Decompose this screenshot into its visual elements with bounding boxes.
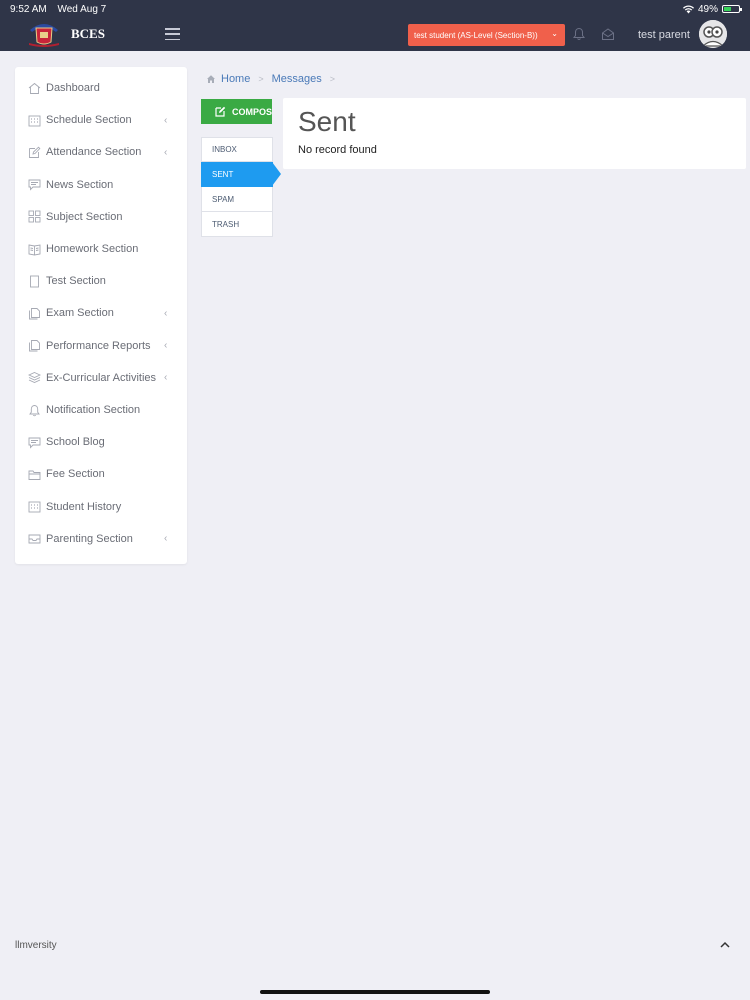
copy-icon — [29, 307, 40, 320]
sidebar-item-subject-section[interactable]: Subject Section — [15, 201, 187, 233]
status-time: 9:52 AM — [10, 3, 47, 15]
chevron-left-icon: ‹ — [164, 533, 168, 545]
chat-icon — [28, 179, 41, 191]
home-icon — [28, 82, 41, 94]
sidebar-item-attendance-section[interactable]: Attendance Section ‹ — [15, 136, 187, 168]
edit-icon — [29, 146, 41, 158]
home-icon — [207, 75, 215, 83]
sidebar-item-exam-section[interactable]: Exam Section ‹ — [15, 297, 187, 329]
sidebar-item-label: Homework Section — [46, 243, 139, 255]
sidebar-item-student-history[interactable]: Student History — [15, 491, 187, 523]
sidebar-item-label: Notification Section — [46, 404, 141, 416]
breadcrumb-messages-link[interactable]: Messages — [272, 73, 322, 85]
chevron-up-icon[interactable] — [718, 938, 732, 952]
student-selector-label: test student (AS-Level (Section-B)) — [414, 30, 538, 40]
breadcrumb-home-link[interactable]: Home — [221, 73, 250, 85]
footer-brand: llmversity — [15, 940, 57, 951]
school-logo-icon — [29, 24, 59, 47]
bell-icon[interactable] — [572, 27, 586, 41]
chevron-left-icon: ‹ — [164, 146, 168, 158]
empty-state-message: No record found — [298, 144, 377, 156]
user-name[interactable]: test parent — [638, 29, 690, 41]
folder-inbox[interactable]: INBOX — [201, 137, 273, 162]
sidebar-item-label: Schedule Section — [46, 114, 132, 127]
sidebar-item-label: Dashboard — [46, 82, 100, 94]
sidebar-item-performance-reports[interactable]: Performance Reports ‹ — [15, 330, 187, 362]
sidebar-item-label: School Blog — [46, 436, 105, 449]
battery-icon — [722, 5, 742, 13]
breadcrumb-separator: > — [329, 74, 336, 84]
top-navbar: BCES test student (AS-Level (Section-B))… — [0, 18, 750, 51]
inbox-icon — [28, 534, 41, 544]
sidebar-item-homework-section[interactable]: Homework Section — [15, 233, 187, 265]
sidebar-item-ex-curricular-activities[interactable]: Ex-Curricular Activities ‹ — [15, 362, 187, 394]
folder-spam[interactable]: SPAM — [201, 187, 273, 212]
breadcrumb-separator: > — [258, 74, 264, 84]
chevron-down-icon: ⌄ — [551, 29, 558, 38]
copy-icon — [29, 340, 40, 352]
calendar-icon — [28, 115, 41, 127]
home-indicator[interactable] — [260, 990, 490, 994]
status-date: Wed Aug 7 — [57, 3, 107, 15]
sidebar-item-label: Fee Section — [46, 468, 105, 481]
sidebar-item-parenting-section[interactable]: Parenting Section ‹ — [15, 523, 187, 555]
compose-label: COMPOSE — [232, 106, 272, 117]
sidebar-item-news-section[interactable]: News Section — [15, 169, 187, 201]
sidebar-item-schedule-section[interactable]: Schedule Section ‹ — [15, 104, 187, 136]
book-icon — [28, 243, 41, 255]
sidebar-item-label: Performance Reports — [46, 339, 151, 352]
student-selector[interactable]: test student (AS-Level (Section-B)) ⌄ — [408, 24, 565, 46]
sidebar-item-label: Subject Section — [46, 210, 123, 223]
chevron-left-icon: ‹ — [164, 114, 168, 126]
sidebar: Dashboard Schedule Section ‹ Attendance Sec… — [15, 67, 187, 564]
messages-panel: Sent No record found — [283, 98, 746, 169]
brand-name[interactable]: BCES — [71, 26, 105, 42]
grid-icon — [28, 210, 41, 223]
chevron-left-icon: ‹ — [164, 372, 168, 384]
compose-button[interactable]: COMPOSE — [201, 99, 272, 124]
sidebar-item-notification-section[interactable]: Notification Section — [15, 394, 187, 426]
layers-icon — [28, 372, 41, 384]
avatar[interactable] — [699, 20, 727, 48]
chat-icon — [28, 437, 41, 449]
chevron-left-icon: ‹ — [164, 340, 168, 352]
document-icon — [30, 275, 39, 288]
sidebar-item-label: Student History — [46, 500, 122, 513]
sidebar-item-label: Parenting Section — [46, 532, 133, 545]
sidebar-item-school-blog[interactable]: School Blog — [15, 426, 187, 458]
chevron-left-icon: ‹ — [164, 307, 168, 319]
battery-percent: 49% — [697, 3, 718, 15]
page-title: Sent — [298, 106, 356, 137]
sidebar-item-label: Test Section — [46, 275, 106, 288]
sidebar-item-dashboard[interactable]: Dashboard — [15, 72, 187, 104]
breadcrumb: Home > Messages > — [206, 73, 343, 85]
sidebar-item-label: Exam Section — [46, 307, 114, 320]
wifi-icon — [682, 5, 694, 13]
folder-trash[interactable]: TRASH — [201, 212, 273, 237]
sidebar-item-fee-section[interactable]: Fee Section — [15, 458, 187, 490]
folder-sent[interactable]: SENT — [201, 162, 281, 187]
calendar-icon — [28, 501, 41, 513]
sidebar-item-test-section[interactable]: Test Section — [15, 265, 187, 297]
status-bar: 9:52 AM Wed Aug 7 49% — [0, 0, 750, 18]
sidebar-item-label: News Section — [46, 178, 114, 191]
mail-folder-list: INBOX SENT SPAM TRASH — [201, 137, 281, 237]
menu-toggle-icon[interactable] — [165, 28, 180, 40]
edit-icon — [215, 106, 226, 117]
folder-icon — [28, 470, 41, 480]
bell-icon — [29, 404, 40, 416]
sidebar-item-label: Attendance Section — [46, 146, 142, 159]
envelope-open-icon[interactable] — [601, 27, 615, 41]
sidebar-item-label: Ex-Curricular Activities — [46, 371, 157, 384]
